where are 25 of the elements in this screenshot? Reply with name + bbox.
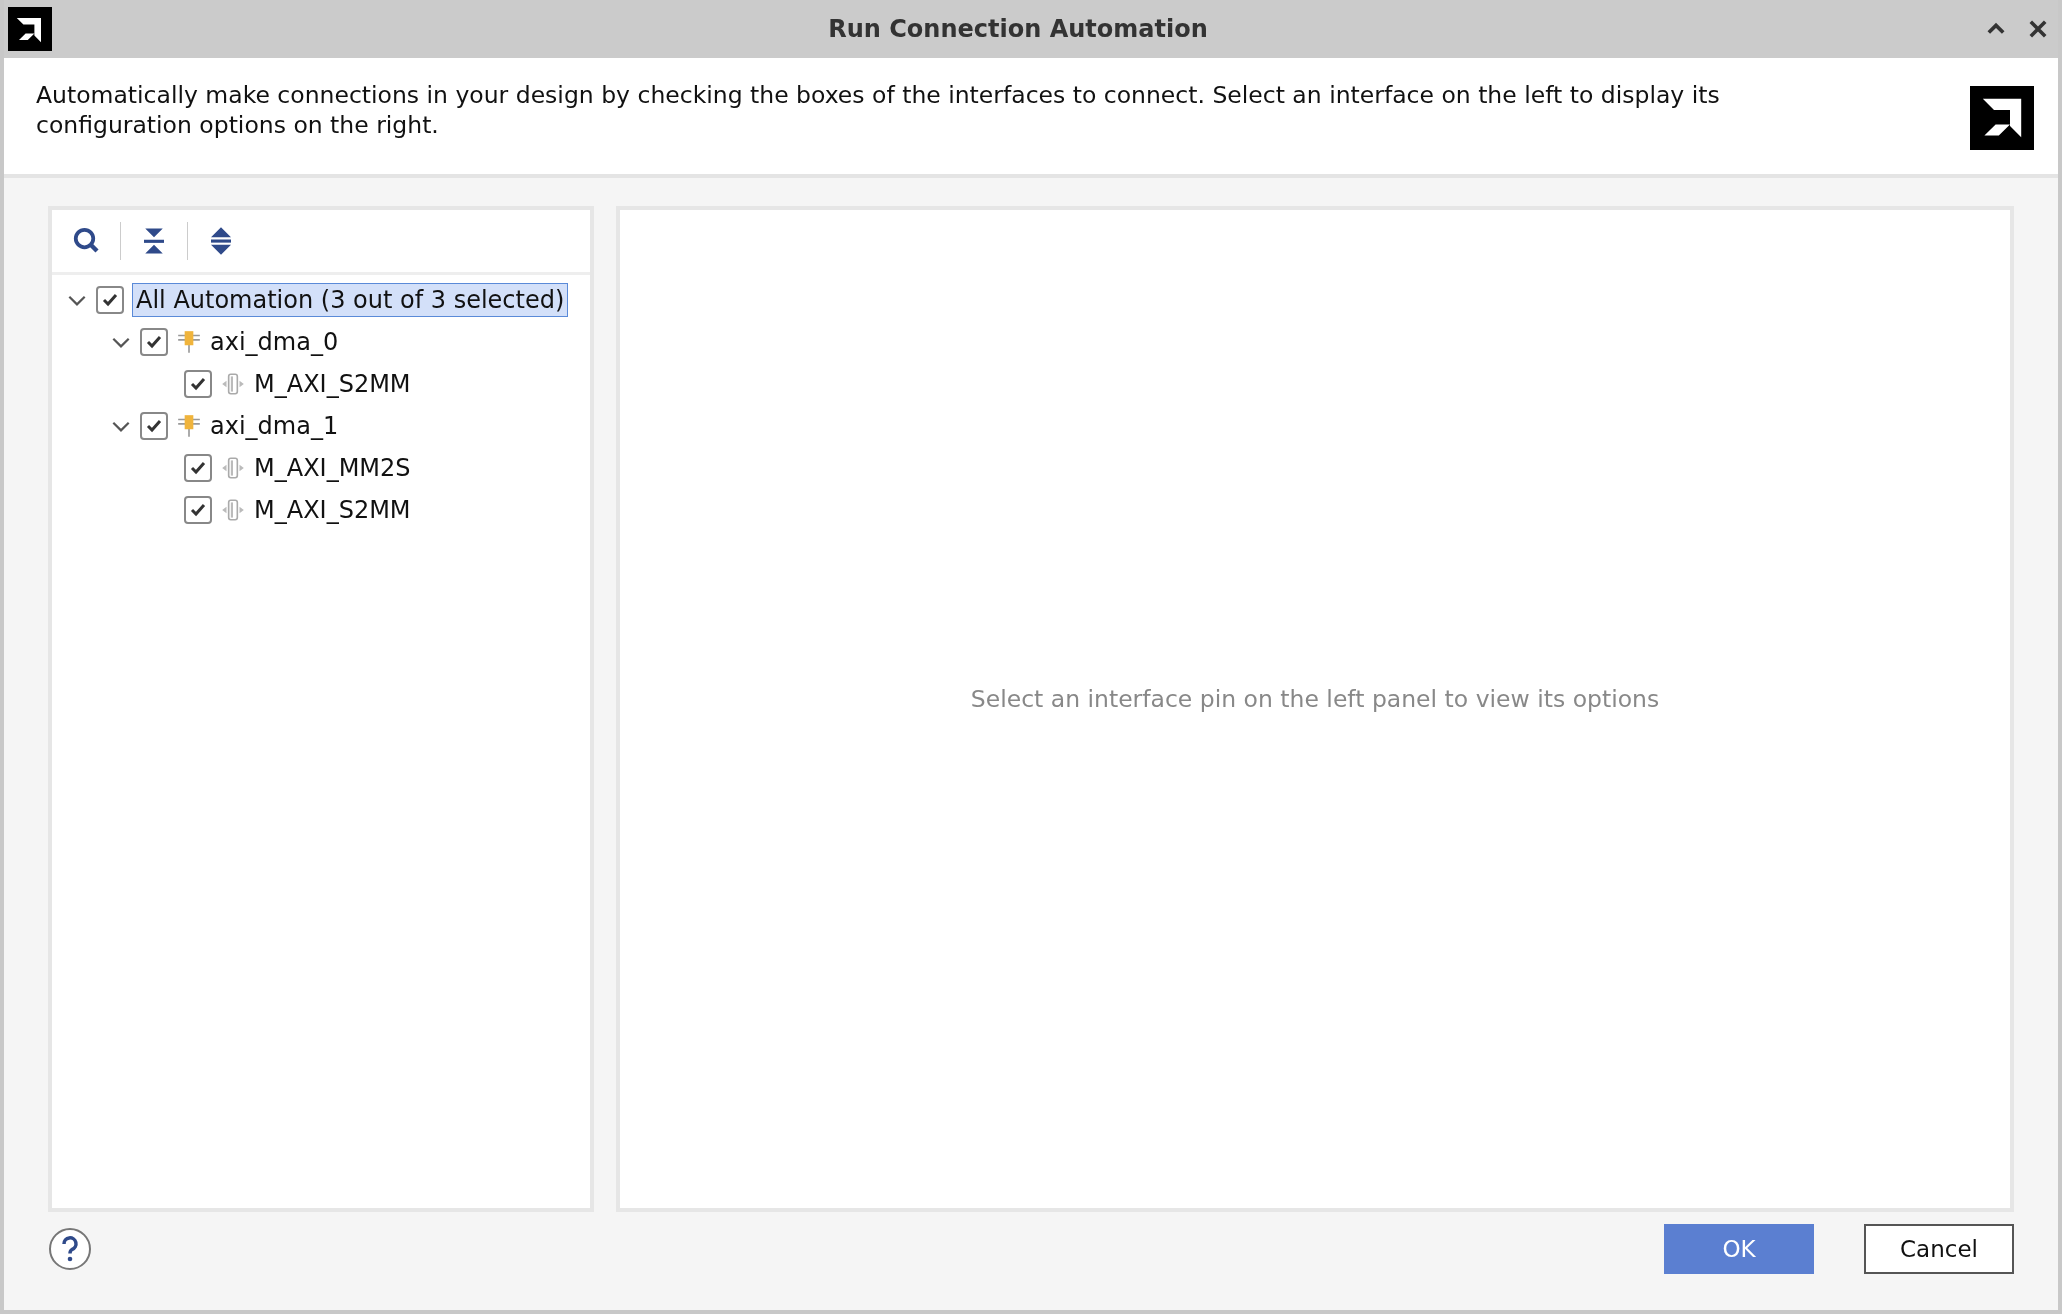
interface-pin-icon — [220, 371, 246, 397]
interface-pin-icon — [220, 455, 246, 481]
interface-pin-icon — [220, 497, 246, 523]
ok-button[interactable]: OK — [1664, 1224, 1814, 1274]
app-logo-icon — [8, 7, 52, 51]
ip-block-icon — [176, 329, 202, 355]
brand-logo-icon — [1970, 86, 2034, 150]
window-title: Run Connection Automation — [827, 15, 1209, 43]
checkbox[interactable] — [184, 370, 212, 398]
tree-item[interactable]: All Automation (3 out of 3 selected) — [132, 283, 569, 317]
checkbox[interactable] — [140, 412, 168, 440]
tree-item[interactable]: axi_dma_0 — [206, 325, 343, 359]
description-text: Automatically make connections in your design by checking the boxes of the interfaces to connect. Select an interface on the left to display its configuration options on the right. — [36, 80, 1721, 140]
checkbox[interactable] — [140, 328, 168, 356]
tree-item[interactable]: axi_dma_1 — [206, 409, 343, 443]
help-icon[interactable] — [48, 1227, 92, 1271]
ip-block-icon — [176, 413, 202, 439]
checkbox[interactable] — [184, 496, 212, 524]
options-hint: Select an interface pin on the left panel to view its options — [970, 685, 1660, 713]
tree-item[interactable]: M_AXI_S2MM — [250, 493, 415, 527]
checkbox[interactable] — [184, 454, 212, 482]
cancel-button[interactable]: Cancel — [1864, 1224, 2014, 1274]
tree-item[interactable]: M_AXI_S2MM — [250, 367, 415, 401]
checkbox[interactable] — [96, 286, 124, 314]
tree-item[interactable]: M_AXI_MM2S — [250, 451, 415, 485]
